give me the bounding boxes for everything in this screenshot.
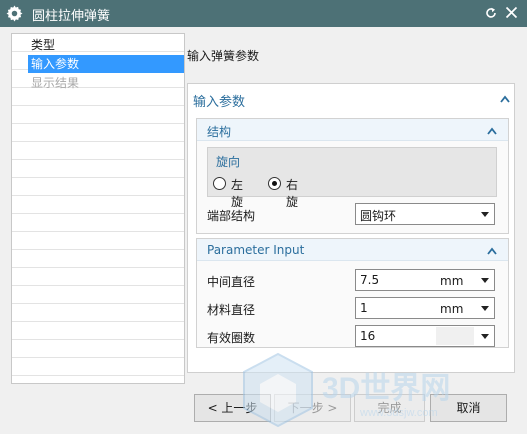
radio-selected-dot (272, 181, 277, 186)
unit-placeholder (436, 327, 474, 345)
active-coils-field[interactable]: 16 (355, 325, 495, 347)
section-title: 输入参数 (193, 95, 246, 110)
field-value: 16 (360, 329, 376, 343)
next-button: 下一步 > (274, 394, 351, 422)
structure-section: 结构 旋向 左旋 右旋 端部结构 圆钩环 (196, 118, 509, 234)
structure-title: 结构 (207, 125, 232, 139)
unit-label: mm (440, 274, 464, 288)
material-diameter-label: 材料直径 (207, 303, 256, 317)
parameter-input-section: Parameter Input 中间直径 7.5 mm 材料直径 1 mm 有效… (196, 238, 509, 348)
reset-icon[interactable] (484, 6, 498, 20)
dropdown-arrow-icon[interactable] (481, 212, 489, 217)
direction-group: 旋向 左旋 右旋 (207, 147, 497, 209)
title-bar: 圆柱拉伸弹簧 (0, 0, 527, 27)
nav-item-type[interactable]: 类型 (28, 36, 184, 54)
back-button[interactable]: < 上一步 (194, 394, 271, 422)
step-navigator: 类型 输入参数 显示结果 (11, 33, 185, 384)
select-value: 圆钩环 (360, 209, 397, 223)
field-value: 1 (360, 301, 368, 315)
input-parameters-header[interactable]: 输入参数 (192, 88, 510, 110)
radio-circle[interactable] (213, 177, 226, 190)
gear-icon (6, 5, 23, 22)
window-title: 圆柱拉伸弹簧 (32, 9, 111, 24)
structure-header[interactable]: 结构 (197, 119, 508, 141)
chevron-up-icon[interactable] (500, 95, 510, 103)
page-heading: 输入弹簧参数 (187, 49, 260, 63)
radio-circle[interactable] (268, 177, 281, 190)
dropdown-arrow-icon[interactable] (481, 278, 489, 283)
dropdown-arrow-icon[interactable] (481, 334, 489, 339)
active-coils-label: 有效圈数 (207, 331, 256, 345)
unit-label: mm (440, 302, 464, 316)
nav-item-show-results: 显示结果 (31, 76, 80, 90)
nav-item-input-parameters[interactable]: 输入参数 (28, 55, 184, 73)
chevron-up-icon[interactable] (487, 247, 497, 255)
close-icon[interactable] (505, 6, 518, 19)
radio-label: 左旋 (231, 178, 244, 209)
input-parameters-panel: 输入参数 结构 旋向 左旋 右旋 端部结构 圆钩环 Parameter Inpu… (187, 83, 515, 373)
end-structure-select[interactable]: 圆钩环 (355, 203, 495, 225)
material-diameter-field[interactable]: 1 mm (355, 297, 495, 319)
radio-label: 右旋 (286, 178, 299, 209)
field-value: 7.5 (360, 273, 380, 287)
parameter-input-header[interactable]: Parameter Input (197, 239, 508, 261)
cancel-button[interactable]: 取消 (430, 394, 507, 422)
parameter-input-title: Parameter Input (207, 243, 305, 257)
middle-diameter-field[interactable]: 7.5 mm (355, 269, 495, 291)
end-structure-label: 端部结构 (207, 209, 256, 223)
middle-diameter-label: 中间直径 (207, 275, 256, 289)
direction-label: 旋向 (216, 155, 241, 169)
dropdown-arrow-icon[interactable] (481, 306, 489, 311)
chevron-up-icon[interactable] (487, 127, 497, 135)
finish-button: 完成 (354, 394, 425, 422)
